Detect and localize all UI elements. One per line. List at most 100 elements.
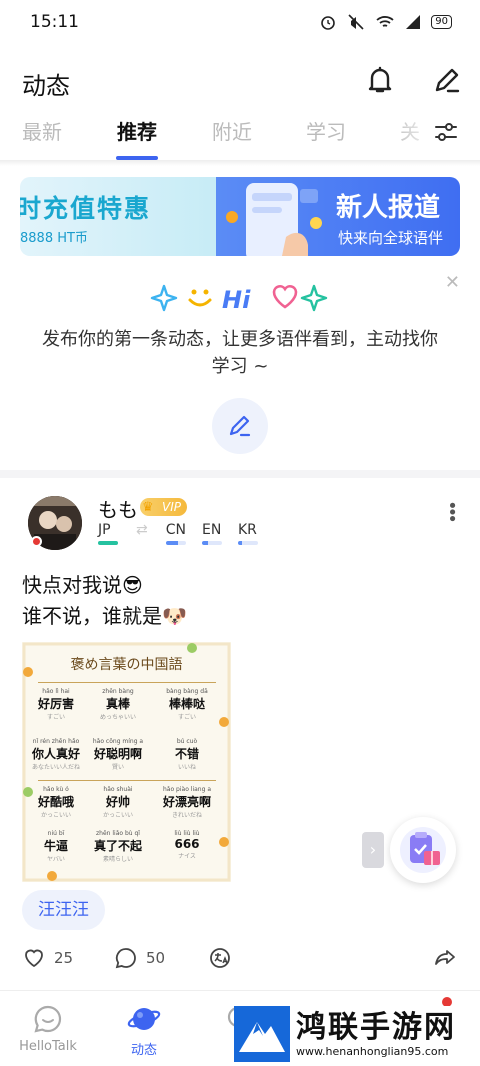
online-status-dot: [31, 536, 42, 547]
nav-moments[interactable]: 动态: [96, 1003, 192, 1058]
tab-learning[interactable]: 学习: [306, 116, 346, 145]
tab-nearby[interactable]: 附近: [212, 116, 252, 145]
signal-icon: [406, 15, 421, 29]
banner-newcomer-sub: 快来向全球语伴: [338, 229, 444, 247]
language-level-bar: [165, 541, 186, 545]
phrase-cell: nǐ rén zhēn hǎo 你人真好 あなたいい人だね: [31, 738, 80, 771]
learning-language: KR: [237, 522, 258, 545]
language-level-bar: [237, 541, 258, 545]
status-icons: 90: [319, 13, 452, 31]
watermark-title: 鸿联手游网: [296, 1009, 456, 1045]
username[interactable]: もも: [98, 494, 138, 523]
translate-icon: [210, 948, 230, 968]
comment-icon: [115, 948, 136, 969]
clipboard-gift-icon: [400, 827, 446, 873]
header: 动态: [0, 58, 480, 106]
phrase-cell: zhēn bàng 真棒 めっちゃいい: [99, 688, 136, 721]
hi-decoration: Hi: [0, 280, 480, 316]
comment-count: 50: [146, 949, 166, 967]
image-title: 褒め言葉の中国語: [70, 657, 183, 673]
language-code: KR: [237, 522, 257, 538]
watermark: 鸿联手游网 www.henanhonglian95.com: [234, 1006, 474, 1062]
learning-language: CN: [165, 522, 186, 545]
language-level-bar: [201, 541, 222, 545]
share-icon: [435, 950, 455, 965]
mute-icon: [348, 14, 364, 30]
language-level-bar: [98, 541, 118, 545]
alarm-icon: [321, 16, 336, 30]
wifi-icon: [376, 16, 394, 27]
banner-newcomer-title: 新人报道: [336, 193, 441, 223]
sliders-icon: [435, 123, 457, 141]
feed-tabs: 最新 推荐 附近 学习 关: [0, 112, 480, 164]
section-separator: [0, 470, 480, 478]
chat-bubble-icon: [34, 1005, 62, 1033]
tab-latest[interactable]: 最新: [22, 116, 62, 145]
prompt-text: 发布你的第一条动态，让更多语伴看到，主动找你学习 ~: [42, 329, 438, 377]
filter-button[interactable]: [432, 118, 460, 146]
share-button[interactable]: [433, 946, 457, 970]
native-language: JP: [98, 522, 118, 545]
nav-hellotalk[interactable]: HelloTalk: [0, 1003, 96, 1054]
phrase-cell: hǎo kù ó 好酷哦 かっこいい: [37, 786, 74, 819]
mountain-logo-icon: [239, 1022, 285, 1052]
banner-recharge[interactable]: 时充值特惠 8888 HT币: [20, 177, 216, 256]
nav-label: HelloTalk: [19, 1039, 77, 1054]
like-count: 25: [54, 949, 74, 967]
phrase-cell: niú bī 牛逼 ヤバい: [43, 830, 68, 863]
watermark-logo: [234, 1006, 290, 1062]
vip-badge: ♛ VIP: [140, 498, 187, 516]
side-collapse-button[interactable]: ›: [362, 832, 384, 868]
watermark-text: 鸿联手游网 www.henanhonglian95.com: [296, 1009, 456, 1058]
post-image[interactable]: 褒め言葉の中国語 hǎo lì hai 好厉害 すごい zhēn bàng 真棒 めっち…: [22, 642, 231, 882]
planet-icon: [127, 1008, 161, 1030]
tabs-divider: [0, 160, 480, 166]
banner-newcomer[interactable]: 新人报道 快来向全球语伴: [216, 177, 460, 256]
phrase-cell: hǎo lì hai 好厉害 すごい: [37, 688, 74, 721]
tab-recommended[interactable]: 推荐: [117, 116, 157, 145]
watermark-url: www.henanhonglian95.com: [296, 1044, 449, 1058]
language-code: EN: [201, 522, 222, 538]
comment-button[interactable]: 50: [114, 946, 165, 970]
post-text-line: 快点对我说😎: [22, 573, 143, 597]
first-post-prompt: ✕ Hi 发布你的第一条动态，让更多语伴看到，主动找你学习 ~: [0, 266, 480, 466]
image-divider: [38, 780, 216, 781]
banner-recharge-sub: 8888 HT币: [20, 231, 88, 246]
post-text-line: 谁不说，谁就是🐶: [22, 604, 187, 628]
notifications-button[interactable]: [362, 62, 398, 98]
phrase-cell: hǎo piào liang a 好漂亮啊 きれいだね: [162, 786, 211, 819]
daily-task-float-button[interactable]: [390, 817, 456, 883]
post-actions: 25 50: [0, 946, 480, 978]
nav-label: 动态: [130, 1043, 157, 1058]
bell-icon: [368, 66, 392, 93]
learning-language: EN: [201, 522, 222, 545]
exchange-arrows-icon: ⇄: [136, 522, 148, 538]
phrase-cell: zhēn liǎo bù qǐ 真了不起 素晴らしい: [93, 830, 142, 863]
language-code: JP: [98, 522, 111, 538]
hi-text: Hi: [222, 286, 251, 314]
vip-label: VIP: [162, 500, 181, 514]
image-divider: [38, 682, 216, 683]
post-tag[interactable]: 汪汪汪: [22, 890, 105, 930]
phone-illustration-icon: [226, 183, 322, 256]
phrase-cell: bú cuò 不错 いいね: [174, 738, 199, 771]
language-levels: JP ⇄ CN EN KR: [98, 522, 258, 545]
feed-post[interactable]: もも ♛ VIP JP ⇄ CN EN KR ••• 快点对我说😎 谁不说，谁就…: [0, 478, 480, 998]
hi-decoration-icon: Hi: [150, 284, 328, 314]
language-code: CN: [165, 522, 186, 538]
heart-icon: [25, 949, 43, 968]
more-options-icon[interactable]: •••: [441, 500, 462, 520]
translate-button[interactable]: [208, 946, 232, 970]
page-title: 动态: [22, 72, 70, 100]
crown-icon: ♛: [142, 500, 154, 515]
compose-button[interactable]: [429, 62, 465, 98]
status-bar: 15:11 90: [0, 0, 480, 44]
banner-recharge-title: 时充值特惠: [20, 194, 152, 223]
phrase-cell: hǎo shuài 好帅 かっこいい: [102, 786, 133, 819]
promo-banner[interactable]: 时充值特惠 8888 HT币 新人报道 快来向全球语伴: [20, 177, 460, 256]
battery-indicator: 90: [431, 15, 452, 29]
write-first-post-button[interactable]: [212, 398, 268, 454]
post-content: 快点对我说😎 谁不说，谁就是🐶: [22, 570, 187, 632]
like-button[interactable]: 25: [22, 946, 73, 970]
phrase-cell: liù liù liù 666 ナイス: [174, 830, 200, 860]
